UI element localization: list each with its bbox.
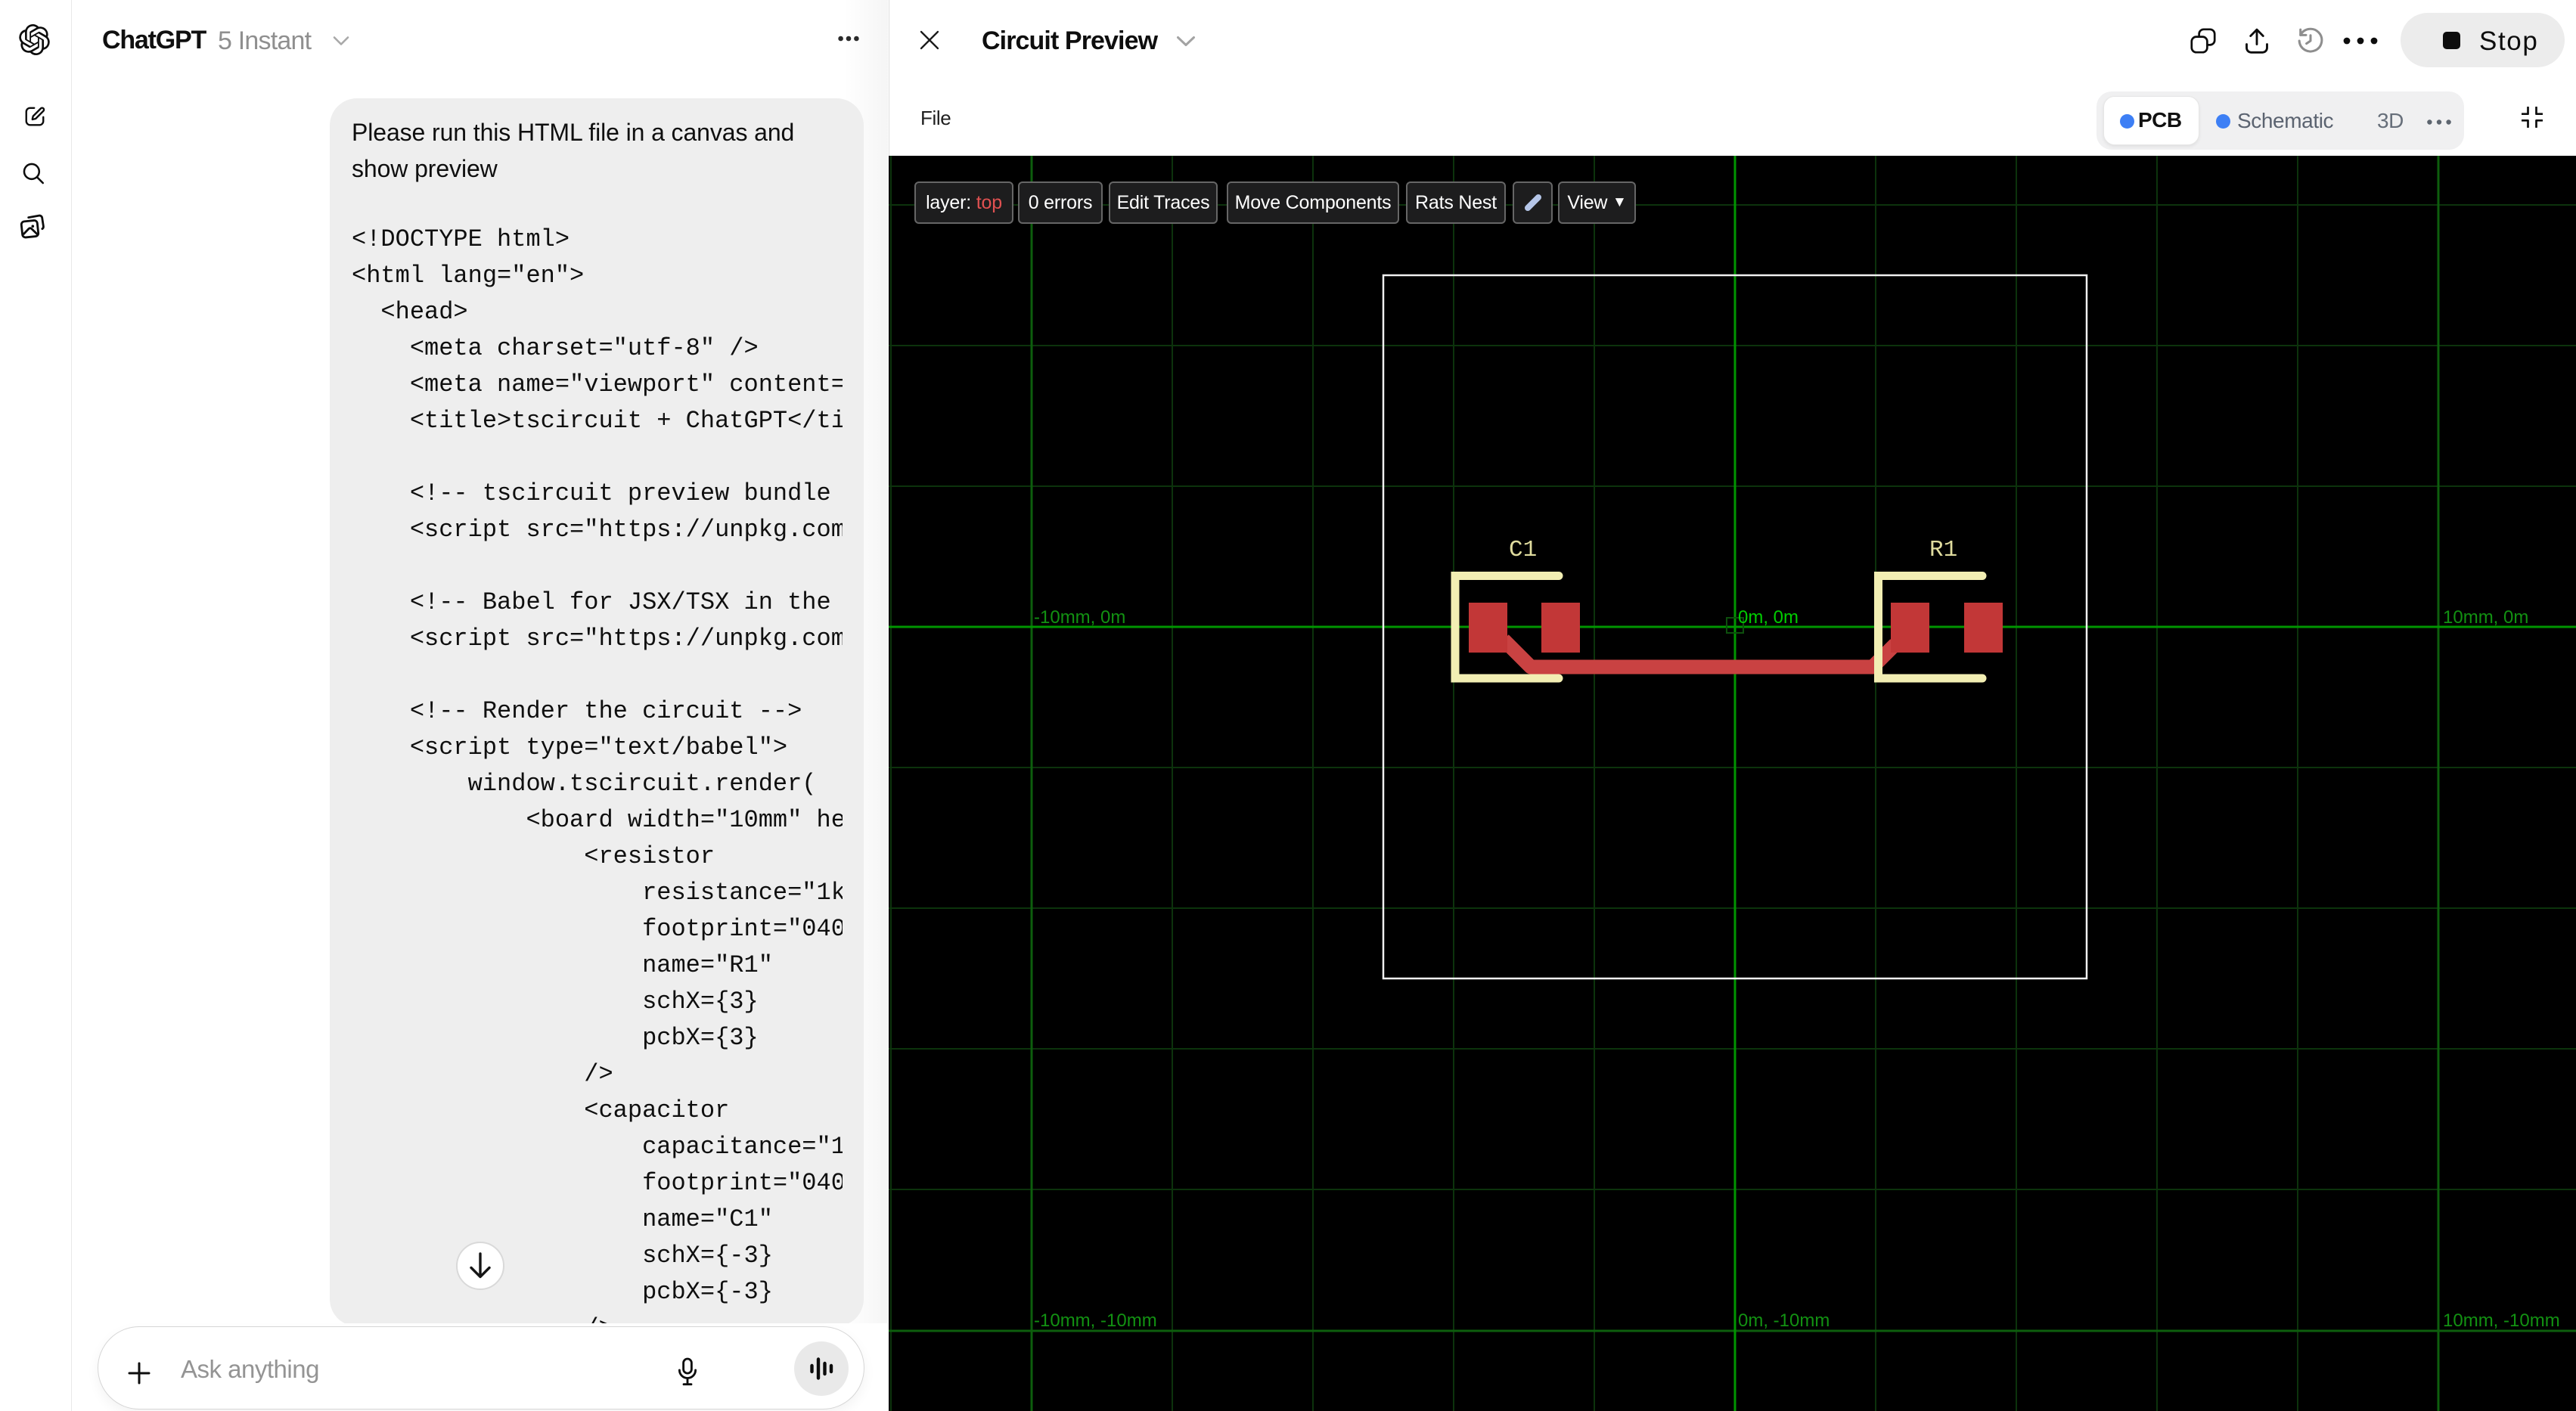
svg-text:-10mm, -10mm: -10mm, -10mm bbox=[1034, 1310, 1157, 1331]
svg-text:10mm, 0m: 10mm, 0m bbox=[2443, 607, 2528, 628]
svg-text:-10mm, 0m: -10mm, 0m bbox=[1034, 607, 1125, 628]
svg-text:R1: R1 bbox=[1929, 537, 1957, 563]
svg-text:C1: C1 bbox=[1509, 537, 1537, 563]
svg-text:10mm, -10mm: 10mm, -10mm bbox=[2443, 1310, 2560, 1331]
svg-text:0m, 0m: 0m, 0m bbox=[1738, 607, 1799, 628]
svg-text:0m, -10mm: 0m, -10mm bbox=[1738, 1310, 1830, 1331]
